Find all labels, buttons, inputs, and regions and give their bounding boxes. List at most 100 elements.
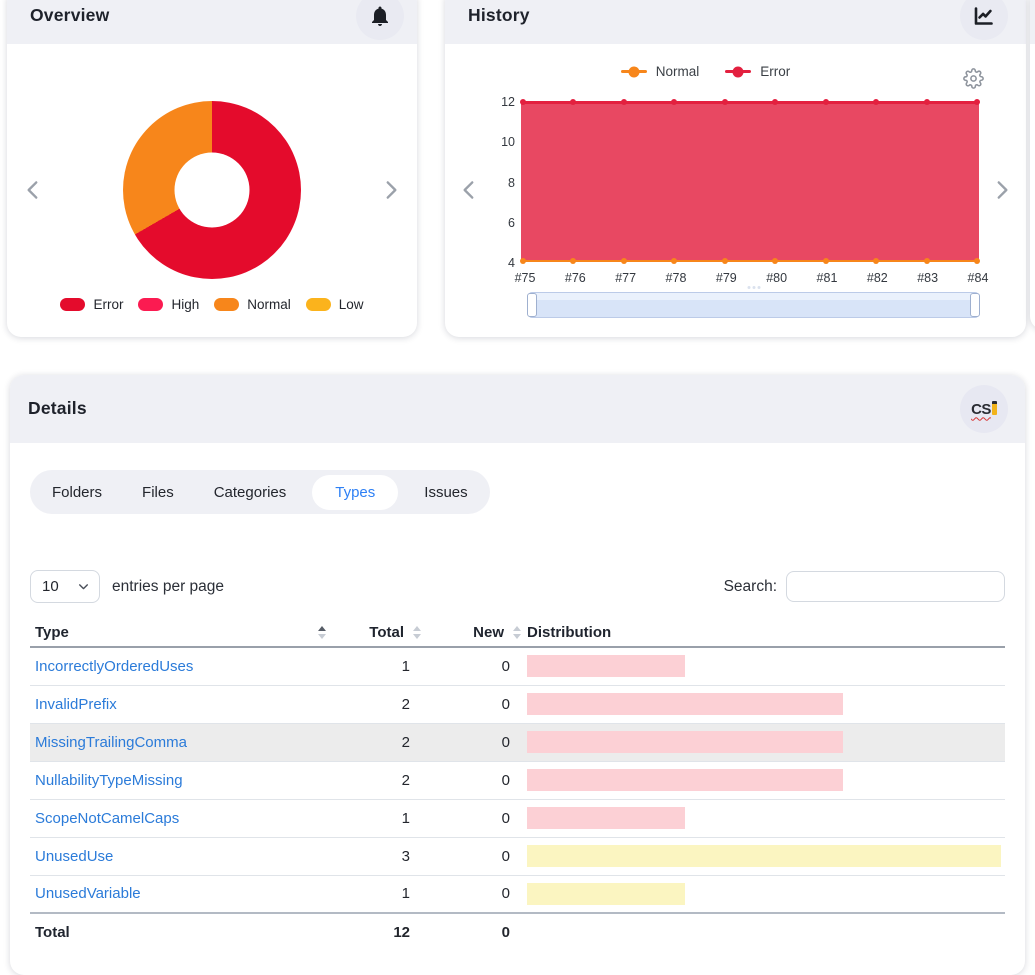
- legend-swatch-high: [138, 298, 164, 311]
- legend-swatch-error: [60, 298, 86, 311]
- y-tick-label: 6: [508, 215, 515, 230]
- normal-data-point: [923, 258, 930, 264]
- tab-files[interactable]: Files: [142, 475, 174, 510]
- error-data-point: [822, 99, 829, 105]
- history-y-axis: 12 10 8 6 4: [445, 95, 517, 272]
- scrollbar-grip-dots: [747, 286, 760, 289]
- column-header-distribution: Distribution: [525, 618, 1005, 648]
- table-row: MissingTrailingComma 2 0: [30, 723, 1005, 761]
- column-header-new[interactable]: New: [425, 618, 525, 648]
- cell-total: 2: [401, 733, 410, 751]
- error-data-point: [570, 99, 577, 105]
- cell-total: 2: [401, 695, 410, 713]
- history-chart-button[interactable]: [960, 0, 1008, 40]
- cell-distribution: [525, 837, 1005, 875]
- table-row: UnusedUse 3 0: [30, 837, 1005, 875]
- error-data-point: [520, 99, 526, 105]
- severity-donut-chart[interactable]: [123, 101, 301, 279]
- normal-data-point: [873, 258, 880, 264]
- type-link[interactable]: UnusedUse: [35, 848, 113, 865]
- distribution-bar: [527, 769, 843, 791]
- details-card: Details CS Folders Files Categories Types Is…: [10, 375, 1025, 975]
- column-header-total[interactable]: Total: [330, 618, 425, 648]
- legend-item-low[interactable]: Low: [305, 297, 364, 312]
- table-row: InvalidPrefix 2 0: [30, 685, 1005, 723]
- tab-types[interactable]: Types: [312, 474, 399, 510]
- legend-label: Normal: [655, 64, 700, 79]
- footer-new: 0: [501, 924, 510, 941]
- error-data-point: [671, 99, 678, 105]
- sort-icons-total: [413, 625, 421, 639]
- normal-data-point: [671, 258, 678, 264]
- search-label: Search:: [723, 577, 777, 595]
- notifications-button[interactable]: [356, 0, 404, 40]
- history-legend-item-normal[interactable]: Normal: [620, 64, 700, 79]
- y-tick-label: 10: [501, 135, 515, 150]
- legend-swatch-normal: [214, 298, 240, 311]
- cell-total: 2: [401, 771, 410, 789]
- table-header-row: Type Total New Distribution: [30, 618, 1005, 648]
- history-legend: Normal Error: [445, 64, 966, 79]
- column-header-type[interactable]: Type: [30, 618, 330, 648]
- legend-label: Low: [338, 297, 364, 312]
- legend-item-error[interactable]: Error: [60, 297, 123, 312]
- tab-folders[interactable]: Folders: [52, 475, 102, 510]
- codesniffer-logo-avatar: CS: [960, 385, 1008, 433]
- distribution-bar: [527, 731, 843, 753]
- error-area-fill: [521, 102, 979, 261]
- pencil-icon: [991, 401, 997, 415]
- cell-distribution: [525, 875, 1005, 913]
- x-tick-label: #84: [967, 271, 989, 285]
- x-tick-label: #83: [917, 271, 939, 285]
- details-title: Details: [28, 398, 87, 419]
- entries-per-page-label: entries per page: [112, 577, 225, 595]
- type-link[interactable]: ScopeNotCamelCaps: [35, 810, 179, 827]
- overview-next-button[interactable]: [378, 177, 404, 203]
- cell-total: 1: [401, 657, 410, 675]
- scrollbar-left-handle[interactable]: [527, 293, 537, 317]
- history-next-button[interactable]: [989, 177, 1015, 203]
- normal-data-point: [974, 258, 980, 264]
- chart-range-scrollbar[interactable]: [527, 286, 980, 318]
- cell-type: UnusedVariable: [30, 875, 330, 913]
- legend-label: Normal: [247, 297, 291, 312]
- cell-new: 0: [501, 847, 510, 865]
- cell-distribution: [525, 761, 1005, 799]
- normal-data-point: [620, 258, 627, 264]
- scrollbar-right-handle[interactable]: [970, 293, 980, 317]
- history-legend-item-error[interactable]: Error: [725, 64, 790, 79]
- legend-marker-normal: [620, 70, 647, 73]
- history-x-axis: #75 #76 #77 #78 #79 #80 #81 #82 #83 #84: [515, 271, 989, 287]
- error-data-point: [923, 99, 930, 105]
- history-area-chart[interactable]: [520, 99, 980, 264]
- legend-label: Error: [760, 64, 791, 79]
- x-tick-label: #78: [665, 271, 687, 285]
- search-input[interactable]: [786, 571, 1005, 602]
- error-data-point: [873, 99, 880, 105]
- y-tick-label: 4: [508, 256, 515, 270]
- cell-new: 0: [501, 657, 510, 675]
- type-link[interactable]: NullabilityTypeMissing: [35, 772, 183, 789]
- details-tabs: Folders Files Categories Types Issues: [30, 470, 490, 514]
- legend-item-high[interactable]: High: [138, 297, 199, 312]
- type-link[interactable]: IncorrectlyOrderedUses: [35, 658, 193, 675]
- overview-card-header: Overview: [7, 0, 417, 44]
- tab-issues[interactable]: Issues: [424, 475, 467, 510]
- legend-item-normal[interactable]: Normal: [214, 297, 291, 312]
- cell-new: 0: [501, 695, 510, 713]
- overview-title: Overview: [30, 5, 110, 26]
- chart-settings-button[interactable]: [963, 68, 984, 89]
- chevron-down-icon: [79, 584, 88, 590]
- chart-line-icon: [974, 7, 993, 25]
- page-size-select[interactable]: 10: [30, 570, 100, 603]
- normal-data-point: [772, 258, 779, 264]
- type-link[interactable]: UnusedVariable: [35, 885, 141, 902]
- overview-prev-button[interactable]: [20, 177, 46, 203]
- cell-total: 3: [401, 847, 410, 865]
- normal-series-line: [521, 259, 979, 262]
- type-link[interactable]: MissingTrailingComma: [35, 734, 187, 751]
- tab-categories[interactable]: Categories: [214, 475, 287, 510]
- sort-icons-type: [318, 625, 326, 639]
- type-link[interactable]: InvalidPrefix: [35, 696, 117, 713]
- cell-new: 0: [501, 771, 510, 789]
